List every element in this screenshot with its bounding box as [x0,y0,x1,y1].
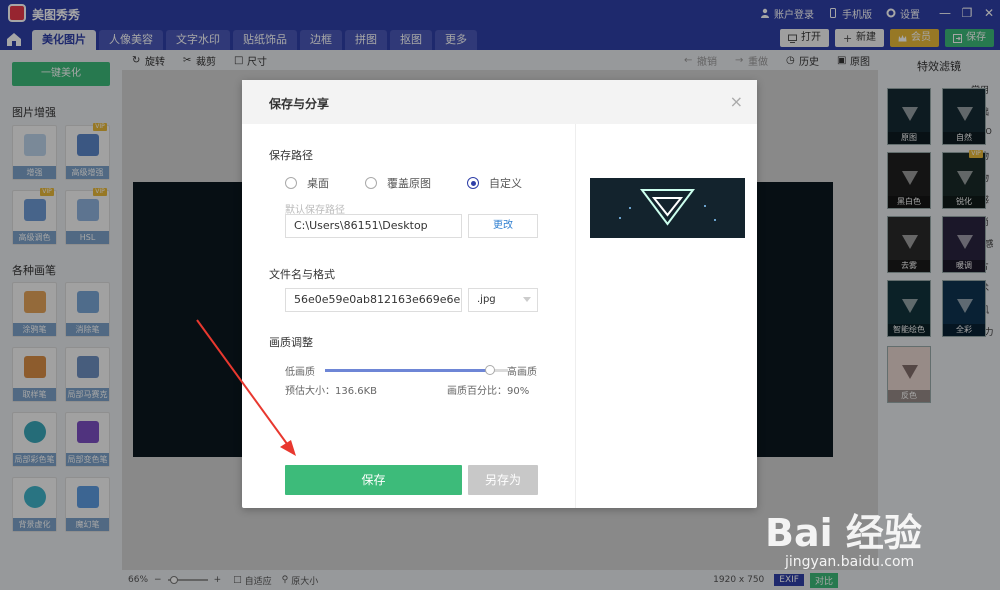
baidu-logo: Bai 经验 [765,511,922,555]
baidu-url: jingyan.baidu.com [785,554,915,570]
baidu-watermark: Bai 经验 jingyan.baidu.com [765,482,975,582]
